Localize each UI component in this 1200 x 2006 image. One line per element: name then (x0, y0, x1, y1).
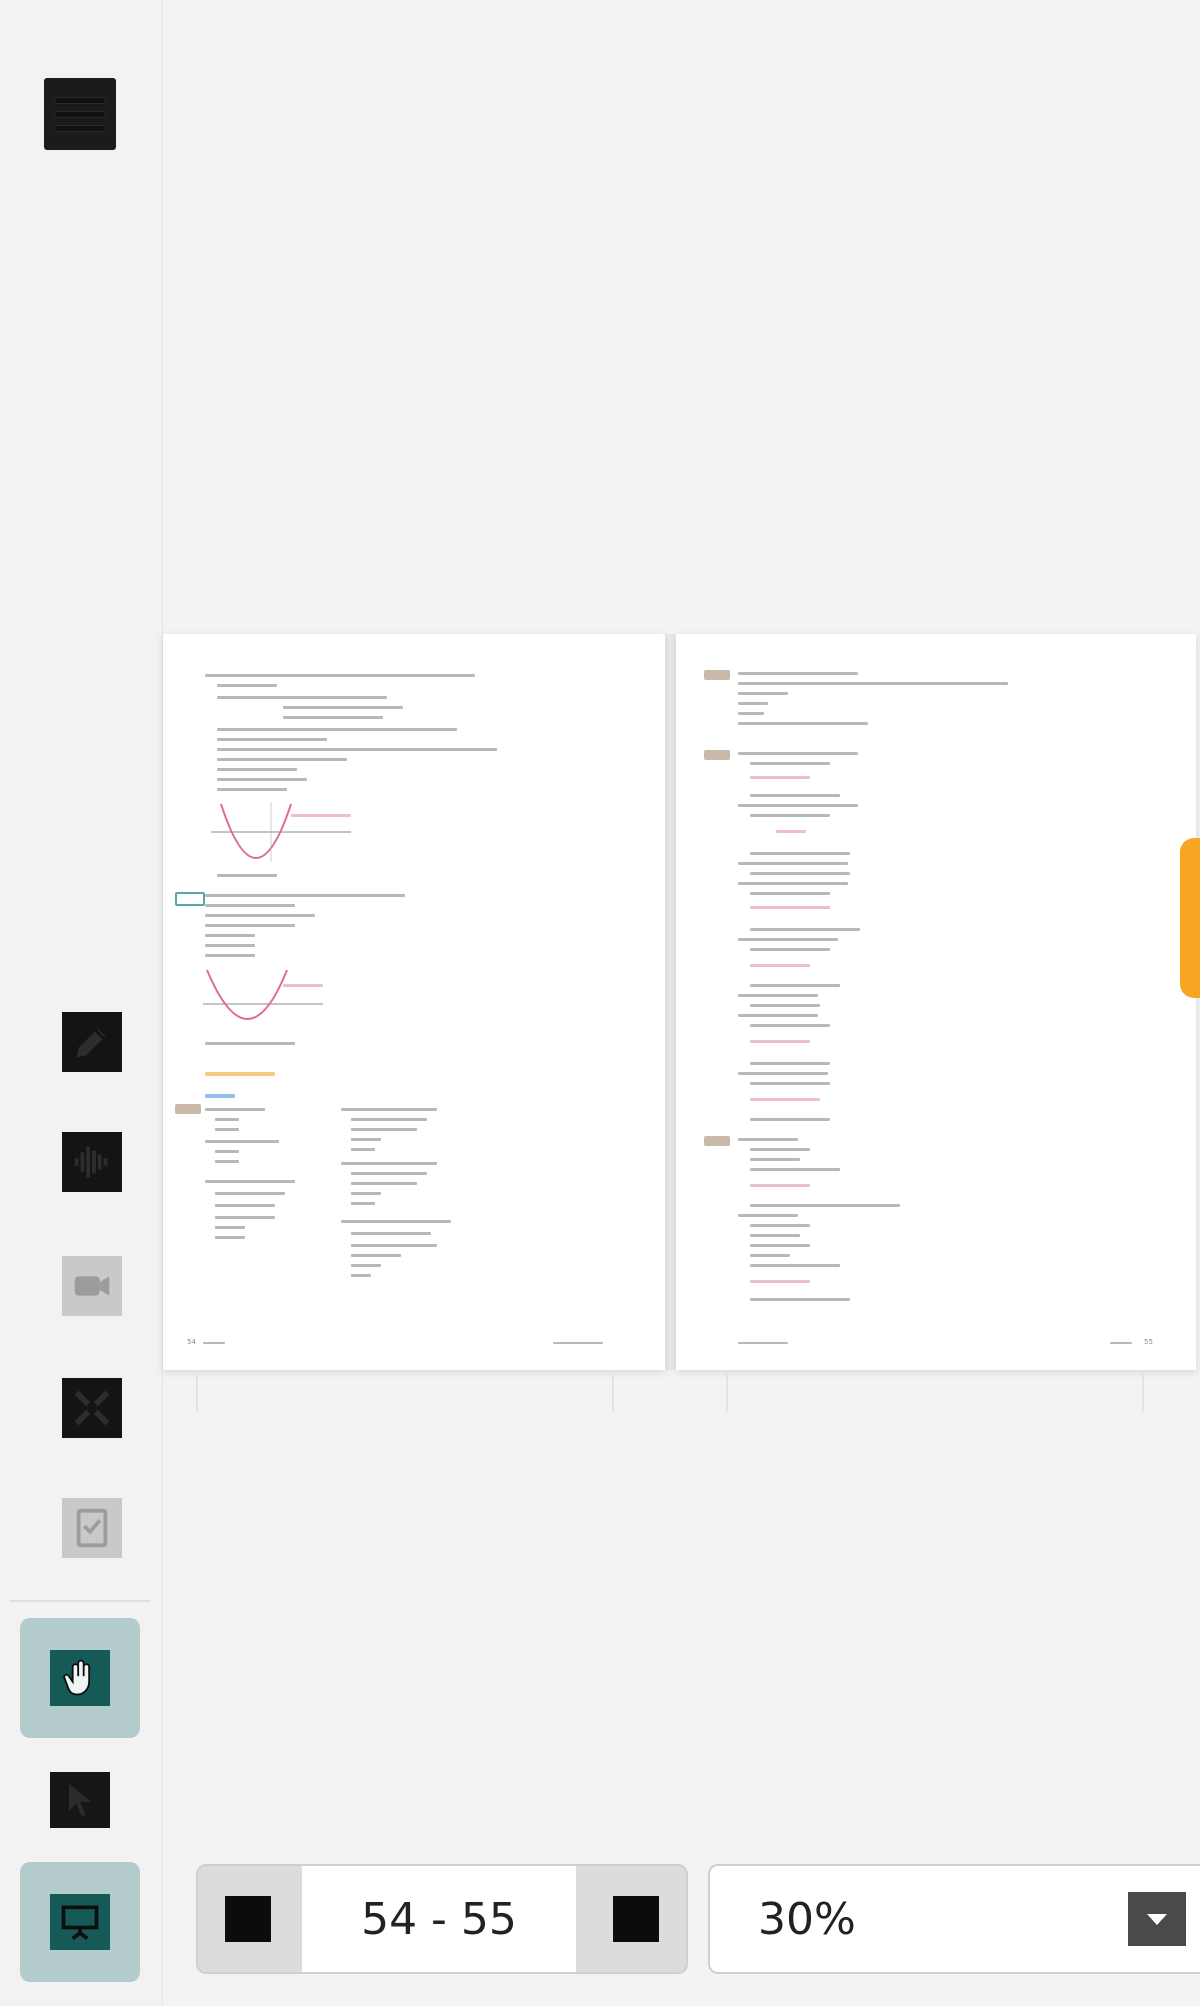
section-heading (205, 1072, 275, 1076)
book-check-icon[interactable] (62, 1498, 122, 1558)
zoom-select[interactable]: 30% (708, 1864, 1200, 1974)
prev-page-button[interactable] (198, 1866, 298, 1972)
presentation-mode-button[interactable] (20, 1862, 140, 1982)
hand-pan-mode-button[interactable] (20, 1618, 140, 1738)
hand-pan-icon (63, 1659, 91, 1696)
left-toolbar (0, 0, 163, 2006)
presentation-icon (61, 1905, 99, 1940)
question-tag-2 (704, 670, 730, 680)
tools-icon[interactable] (62, 1378, 122, 1438)
next-page-button[interactable] (586, 1866, 686, 1972)
audio-wave-icon[interactable] (62, 1132, 122, 1192)
video-camera-icon[interactable] (62, 1256, 122, 1316)
next-page-icon (613, 1896, 659, 1942)
pencil-icon[interactable] (62, 1012, 122, 1072)
left-page-number: 54 (187, 1338, 196, 1346)
chevron-down-icon[interactable] (1128, 1892, 1186, 1946)
prev-page-icon (225, 1896, 271, 1942)
question-tag-1 (175, 1104, 201, 1114)
page-navigator: 54 - 55 (196, 1864, 688, 1974)
side-panel-tab[interactable] (1180, 838, 1200, 998)
select-mode-button[interactable] (20, 1740, 140, 1860)
toolbar-separator (10, 1600, 150, 1602)
cursor-select-icon (69, 1783, 91, 1817)
zoom-value: 30% (758, 1893, 856, 1945)
page-range-input[interactable]: 54 - 55 (302, 1866, 576, 1972)
right-page-number: 55 (1144, 1338, 1153, 1346)
question-tag-3 (704, 750, 730, 760)
spread-gutter (665, 634, 676, 1370)
sub-heading (205, 1094, 235, 1098)
page-right[interactable]: 55 (676, 634, 1196, 1370)
page-left[interactable]: 54 (163, 634, 665, 1370)
hamburger-menu-icon[interactable] (44, 78, 116, 150)
question-tag-10 (175, 892, 205, 906)
question-tag-4 (704, 1136, 730, 1146)
